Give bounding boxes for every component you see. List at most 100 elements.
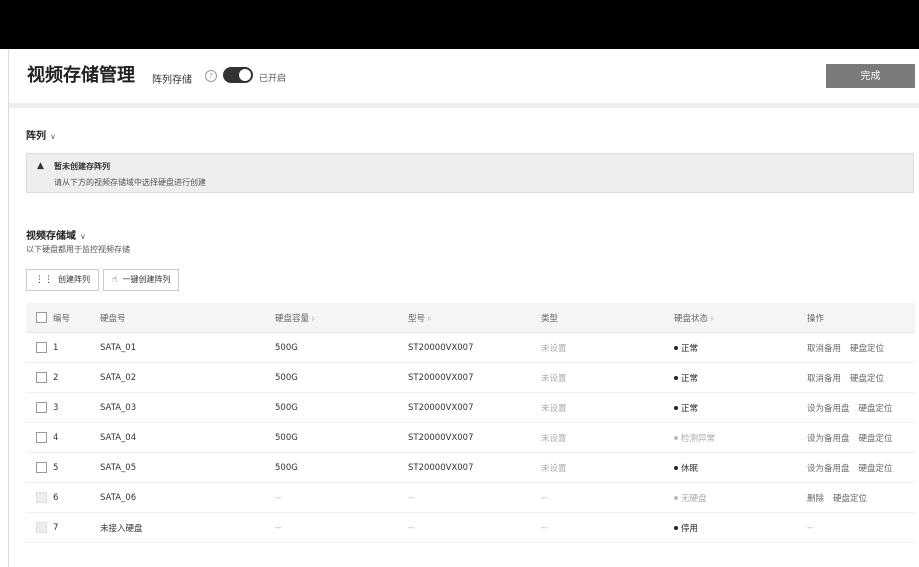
table-row: 7 未接入硬盘 -- -- -- 停用 -- — [26, 512, 915, 543]
disk-table: 编号 硬盘号 硬盘容量 ⊧ 型号 ⊧ 类型 硬盘状态 ⊧ 操作 1 SATA_01 5… — [26, 303, 915, 543]
one-click-create-button[interactable]: ☝ 一键创建阵列 — [103, 269, 180, 291]
row-checkbox[interactable] — [36, 462, 47, 473]
page-header: 视频存储管理 阵列存储 ? 已开启 完成 — [9, 49, 919, 103]
status-text: 停用 — [681, 523, 699, 534]
storage-page: 视频存储管理 阵列存储 ? 已开启 完成 阵列 ∨ ▲ 暂未创建存阵列 请从下方的… — [8, 49, 919, 567]
warning-icon: ▲ — [37, 161, 44, 171]
cell-type: 未设置 — [541, 362, 674, 393]
row-checkbox[interactable] — [36, 432, 47, 443]
cell-type: 未设置 — [541, 332, 674, 363]
locate-disk-link[interactable]: 硬盘定位 — [859, 404, 893, 414]
cell-model: ST20000VX007 — [408, 452, 541, 483]
header-status-label: 硬盘状态 — [674, 313, 709, 324]
cell-disk: SATA_02 — [100, 362, 275, 393]
set-spare-link[interactable]: 设为备用盘 — [807, 434, 850, 444]
cell-model: ST20000VX007 — [408, 332, 541, 363]
alert-description: 请从下方的视频存储域中选择硬盘进行创建 — [54, 178, 206, 187]
cell-actions: 设为备用盘 硬盘定位 — [807, 422, 915, 453]
row-checkbox-cell — [26, 482, 53, 513]
set-spare-link[interactable]: 设为备用盘 — [807, 404, 850, 414]
header-actions: 操作 — [807, 303, 915, 333]
cell-capacity: -- — [275, 482, 408, 513]
row-checkbox-cell — [26, 422, 53, 453]
cell-actions: 取消备用 硬盘定位 — [807, 332, 915, 363]
row-checkbox-cell — [26, 452, 53, 483]
no-array-alert: ▲ 暂未创建存阵列 请从下方的视频存储域中选择硬盘进行创建 — [26, 153, 914, 193]
cell-capacity: 500G — [275, 422, 408, 453]
header-disk: 硬盘号 — [100, 303, 275, 333]
locate-disk-link[interactable]: 硬盘定位 — [850, 374, 884, 384]
locate-disk-link[interactable]: 硬盘定位 — [850, 344, 884, 354]
cell-no: 5 — [53, 452, 100, 483]
table-row: 4 SATA_04 500G ST20000VX007 未设置 检测异常 设为备… — [26, 422, 915, 453]
array-section-toggle[interactable]: 阵列 ∨ — [26, 127, 56, 142]
row-checkbox[interactable] — [36, 372, 47, 383]
status-dot-icon — [674, 526, 678, 530]
sort-icon[interactable]: ⊧ — [428, 315, 432, 323]
storage-domain-toggle[interactable]: 视频存储域 ∨ — [26, 227, 86, 242]
array-storage-toggle[interactable] — [223, 67, 253, 83]
status-dot-icon — [674, 496, 678, 500]
toggle-knob — [239, 69, 251, 81]
status-dot-icon — [674, 466, 678, 470]
cell-disk: SATA_05 — [100, 452, 275, 483]
locate-disk-link[interactable]: 硬盘定位 — [859, 464, 893, 474]
cell-disk: SATA_06 — [100, 482, 275, 513]
cell-status: 停用 — [674, 512, 807, 543]
status-dot-icon — [674, 376, 678, 380]
set-spare-link[interactable]: 设为备用盘 — [807, 464, 850, 474]
status-text: 正常 — [681, 373, 699, 384]
header-no: 编号 — [53, 303, 100, 333]
cell-status: 检测异常 — [674, 422, 807, 453]
cell-no: 2 — [53, 362, 100, 393]
cell-type: 未设置 — [541, 422, 674, 453]
top-bar — [0, 0, 919, 49]
header-status[interactable]: 硬盘状态 ⊧ — [674, 303, 807, 333]
page-title: 视频存储管理 — [27, 65, 135, 86]
cell-model: ST20000VX007 — [408, 392, 541, 423]
cell-model: -- — [408, 512, 541, 543]
cancel-spare-link[interactable]: 取消备用 — [807, 374, 841, 384]
cell-disk: SATA_01 — [100, 332, 275, 363]
header-capacity[interactable]: 硬盘容量 ⊧ — [275, 303, 408, 333]
cell-model: -- — [408, 482, 541, 513]
create-array-button[interactable]: ⋮⋮ 创建阵列 — [26, 269, 99, 291]
row-checkbox-cell — [26, 362, 53, 393]
cell-model: ST20000VX007 — [408, 422, 541, 453]
status-dot-icon — [674, 406, 678, 410]
done-button[interactable]: 完成 — [826, 64, 915, 88]
status-dot-icon — [674, 436, 678, 440]
no-action-text: -- — [807, 522, 814, 533]
status-text: 正常 — [681, 403, 699, 414]
sort-icon[interactable]: ⊧ — [312, 315, 316, 323]
table-header-row: 编号 硬盘号 硬盘容量 ⊧ 型号 ⊧ 类型 硬盘状态 ⊧ 操作 — [26, 303, 915, 333]
table-row: 1 SATA_01 500G ST20000VX007 未设置 正常 取消备用硬… — [26, 332, 915, 363]
help-icon[interactable]: ? — [205, 70, 217, 82]
header-model-label: 型号 — [408, 313, 426, 324]
select-all-checkbox[interactable] — [36, 312, 47, 323]
storage-domain-description: 以下硬盘都用于监控视频存储 — [26, 245, 130, 254]
locate-disk-link[interactable]: 硬盘定位 — [859, 434, 893, 444]
cell-type: -- — [541, 512, 674, 543]
cell-disk: 未接入硬盘 — [100, 512, 275, 543]
locate-disk-link[interactable]: 硬盘定位 — [833, 494, 867, 504]
cell-no: 7 — [53, 512, 100, 543]
delete-link[interactable]: 删除 — [807, 494, 824, 504]
cell-capacity: 500G — [275, 452, 408, 483]
sort-icon[interactable]: ⊧ — [711, 315, 715, 323]
cancel-spare-link[interactable]: 取消备用 — [807, 344, 841, 354]
array-section-title: 阵列 — [26, 131, 46, 142]
header-model[interactable]: 型号 ⊧ — [408, 303, 541, 333]
array-storage-label: 阵列存储 — [152, 75, 192, 86]
cell-actions: 设为备用盘 硬盘定位 — [807, 452, 915, 483]
cell-disk: SATA_04 — [100, 422, 275, 453]
grid-icon: ⋮⋮ — [35, 275, 53, 285]
chevron-down-icon: ∨ — [80, 232, 86, 241]
cell-capacity: 500G — [275, 332, 408, 363]
status-text: 休眠 — [681, 463, 699, 474]
row-checkbox[interactable] — [36, 402, 47, 413]
cell-status: 正常 — [674, 392, 807, 423]
status-text: 正常 — [681, 343, 699, 354]
row-checkbox[interactable] — [36, 342, 47, 353]
cell-status: 正常 — [674, 362, 807, 393]
